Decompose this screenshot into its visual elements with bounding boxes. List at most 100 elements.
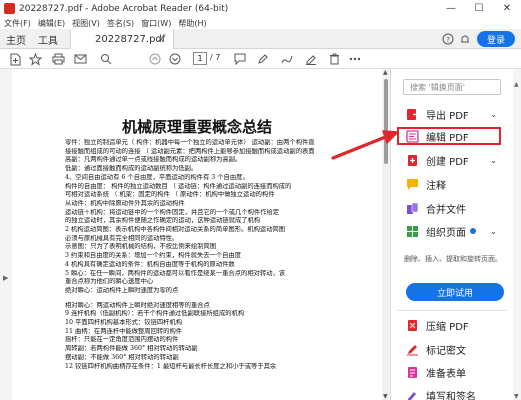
search-icon[interactable] [99, 52, 113, 66]
acrobat-logo-icon [4, 3, 15, 14]
menu-file[interactable]: 文件(F) [4, 18, 31, 29]
document-text-line: 运动链＋机构：将运动链中的一个构件固定，并且它的一个或几个构件作给定 [65, 208, 280, 216]
scrollbar-thumb[interactable] [384, 79, 388, 164]
tool-comment[interactable]: 注释 [405, 175, 505, 193]
main-toolbar: 1 / 7 [0, 49, 521, 69]
tools-pane-scrollbar[interactable]: ▲ ▼ [513, 69, 521, 400]
minimize-button[interactable]: — [437, 0, 465, 17]
tools-search-input[interactable]: 搜索 '辑换页面' [403, 79, 501, 95]
menu-sign[interactable]: 签名(S) [107, 18, 134, 29]
close-tab-button[interactable]: × [157, 34, 165, 45]
page-up-icon[interactable] [148, 52, 162, 66]
tool-fill-sign[interactable]: 填写和签名 [405, 386, 505, 400]
tool-label: 编辑 PDF [426, 132, 469, 144]
new-badge-dot [470, 228, 476, 234]
delete-icon[interactable] [327, 52, 341, 66]
tool-label: 合并文件 [426, 204, 466, 216]
document-text-line: 3 约束和自由度的关系：增加一个约束，构件就失去一个自由度 [65, 252, 242, 260]
notification-bell-icon[interactable] [458, 32, 472, 46]
comment-icon [405, 177, 419, 191]
print-icon[interactable] [51, 52, 65, 66]
scroll-down-icon[interactable]: ▼ [383, 393, 388, 400]
document-text-line: 5 瞬心：在任一瞬间，两构件的运动都可以看作是绕某一重合点的相对转动，该 [65, 269, 286, 277]
tab-document[interactable]: 20228727.pdf × [70, 29, 174, 49]
tool-export-pdf[interactable]: 导出 PDF ⌄ [405, 105, 505, 123]
scroll-down-icon[interactable]: ▼ [514, 393, 519, 400]
tab-tools[interactable]: 工具 [32, 29, 64, 49]
tool-combine-files[interactable]: 合并文件 [405, 199, 505, 217]
email-icon[interactable] [73, 52, 87, 66]
document-text-line: 低副：通过面接触而构成的运动副统称为低副。 [65, 165, 198, 173]
document-text-line: 重合点称为他们的瞬心速度中心 [65, 278, 154, 286]
menu-bar: 文件(F) 编辑(E) 视图(V) 签名(S) 窗口(W) 帮助(H) [0, 17, 521, 29]
tool-label: 创建 PDF [426, 156, 469, 168]
document-text-line: 12 铰链四杆机构曲柄存在条件：1 最短杆与最长杆长度之和小于或等于其余 [65, 362, 277, 370]
tool-organize-pages[interactable]: 组织页面 ⌄ [405, 222, 505, 240]
document-text-line: 摇杆：只能在一定角度范围内摆动的构件 [65, 336, 179, 344]
menu-edit[interactable]: 编辑(E) [38, 18, 65, 29]
document-text-line: 9 连杆机构（低副机构）：若干个构件通过低副联接所组成的机构 [65, 310, 245, 318]
prepare-form-icon [405, 365, 419, 379]
document-body: 零件：独立的制造单元（ 构件：机器中每一个独立的运动单元体） 运动副：由两个构件… [65, 139, 357, 371]
bookmark-star-icon[interactable] [28, 52, 42, 66]
menu-help[interactable]: 帮助(H) [178, 18, 206, 29]
tab-home[interactable]: 主页 [0, 29, 32, 49]
export-pdf-icon [405, 107, 419, 121]
scroll-up-icon[interactable]: ▲ [514, 81, 519, 88]
compress-pdf-icon [405, 318, 419, 332]
new-file-icon[interactable] [8, 52, 22, 66]
document-text-line: 绝对瞬心：运动构件上瞬时速度为零的点 [65, 286, 179, 294]
maximize-button[interactable]: ☐ [465, 0, 493, 17]
help-icon[interactable]: ? [441, 32, 455, 46]
document-text-line: 11 曲柄：在两连杆中能做整周回转的构件 [65, 327, 183, 335]
document-text-line: 可相对运动系统 （ 机架：固定的构件 （ 原动件：机构中做独立运动的构件 [65, 191, 275, 199]
chevron-down-icon[interactable]: ⌄ [490, 156, 497, 165]
pdf-page[interactable]: 机械原理重要概念总结 零件：独立的制造单元（ 构件：机器中每一个独立的运动单元体… [12, 69, 382, 400]
menu-view[interactable]: 视图(V) [72, 18, 100, 29]
document-scrollbar[interactable]: ▲ ▼ [382, 69, 390, 400]
more-options-icon[interactable] [348, 52, 362, 66]
scroll-up-icon[interactable]: ▲ [383, 69, 388, 76]
expand-left-icon[interactable]: ▶ [3, 274, 8, 282]
document-text-line: 零件：独立的制造单元（ 构件：机器中每一个独立的运动单元体） 运动副：由两个构件… [65, 139, 315, 146]
document-text-line: 周转副：若两构件能做 360° 相对转动的转动副 [65, 345, 198, 353]
document-text-line: 示意图：只为了表明机械的结构，不按比例来绘制简图 [65, 243, 217, 251]
draw-icon[interactable] [280, 52, 294, 66]
menu-window[interactable]: 窗口(W) [141, 18, 171, 29]
page-down-icon[interactable] [168, 52, 182, 66]
signin-button[interactable]: 登录 [477, 31, 515, 47]
page-number-input[interactable]: 1 [193, 52, 207, 65]
document-text-line: 4、空间自由运动有 6 个自由度，平面运动的构件有 3 个自由度。 [65, 173, 249, 181]
left-pane-toggle[interactable]: ▶ [0, 69, 12, 400]
comment-tool-icon[interactable] [233, 52, 247, 66]
fill-sign-icon [405, 388, 419, 400]
document-text-line: 接接触而组成的可动的连接 （ 运动副元素：把两构件上能够参加接触而构成运动副的表… [65, 147, 315, 155]
title-bar: 20228727.pdf - Adobe Acrobat Reader (64-… [0, 0, 521, 17]
edit-pdf-icon [405, 129, 419, 143]
highlight-pen-icon[interactable] [256, 52, 270, 66]
tool-label: 填写和签名 [426, 391, 476, 400]
tool-compress-pdf[interactable]: 压缩 PDF [405, 316, 505, 334]
chevron-down-icon[interactable]: ⌄ [490, 110, 497, 119]
window-title: 20228727.pdf - Adobe Acrobat Reader (64-… [19, 3, 229, 14]
try-now-button[interactable]: 立即试用 [406, 283, 504, 301]
combine-files-icon [405, 201, 419, 215]
fill-sign-toolbar-icon[interactable] [304, 52, 318, 66]
document-text-line: 高副：凡两构件通过单一点或线接触而构成的运动副称为高副。 [65, 156, 242, 164]
tool-label: 导出 PDF [426, 110, 469, 122]
tool-label: 标记密文 [426, 345, 466, 357]
organize-pages-icon [405, 224, 419, 238]
tool-redact[interactable]: 标记密文 [405, 340, 505, 358]
tool-label: 组织页面 [426, 227, 466, 239]
document-text-line: 必须与原机械具有完全相同的运动特性。 [65, 234, 179, 242]
tools-pane: 搜索 '辑换页面' 导出 PDF ⌄ 编辑 PDF 创建 PDF ⌄ 注释 合并… [390, 69, 521, 400]
document-text-line: 的独立运动时，其余构件便随之作确定的运动，这种运动链就成了机构 [65, 217, 261, 225]
document-text-line: 从动件：机构中除原动件外其余的运动构件 [65, 199, 185, 207]
tool-create-pdf[interactable]: 创建 PDF ⌄ [405, 151, 505, 169]
tool-prepare-form[interactable]: 准备表单 [405, 363, 505, 381]
redact-icon [405, 342, 419, 356]
close-window-button[interactable]: ✕ [493, 0, 521, 17]
document-title: 机械原理重要概念总结 [121, 118, 272, 136]
chevron-down-icon[interactable]: ⌄ [490, 227, 497, 236]
tool-edit-pdf[interactable]: 编辑 PDF [397, 127, 501, 145]
